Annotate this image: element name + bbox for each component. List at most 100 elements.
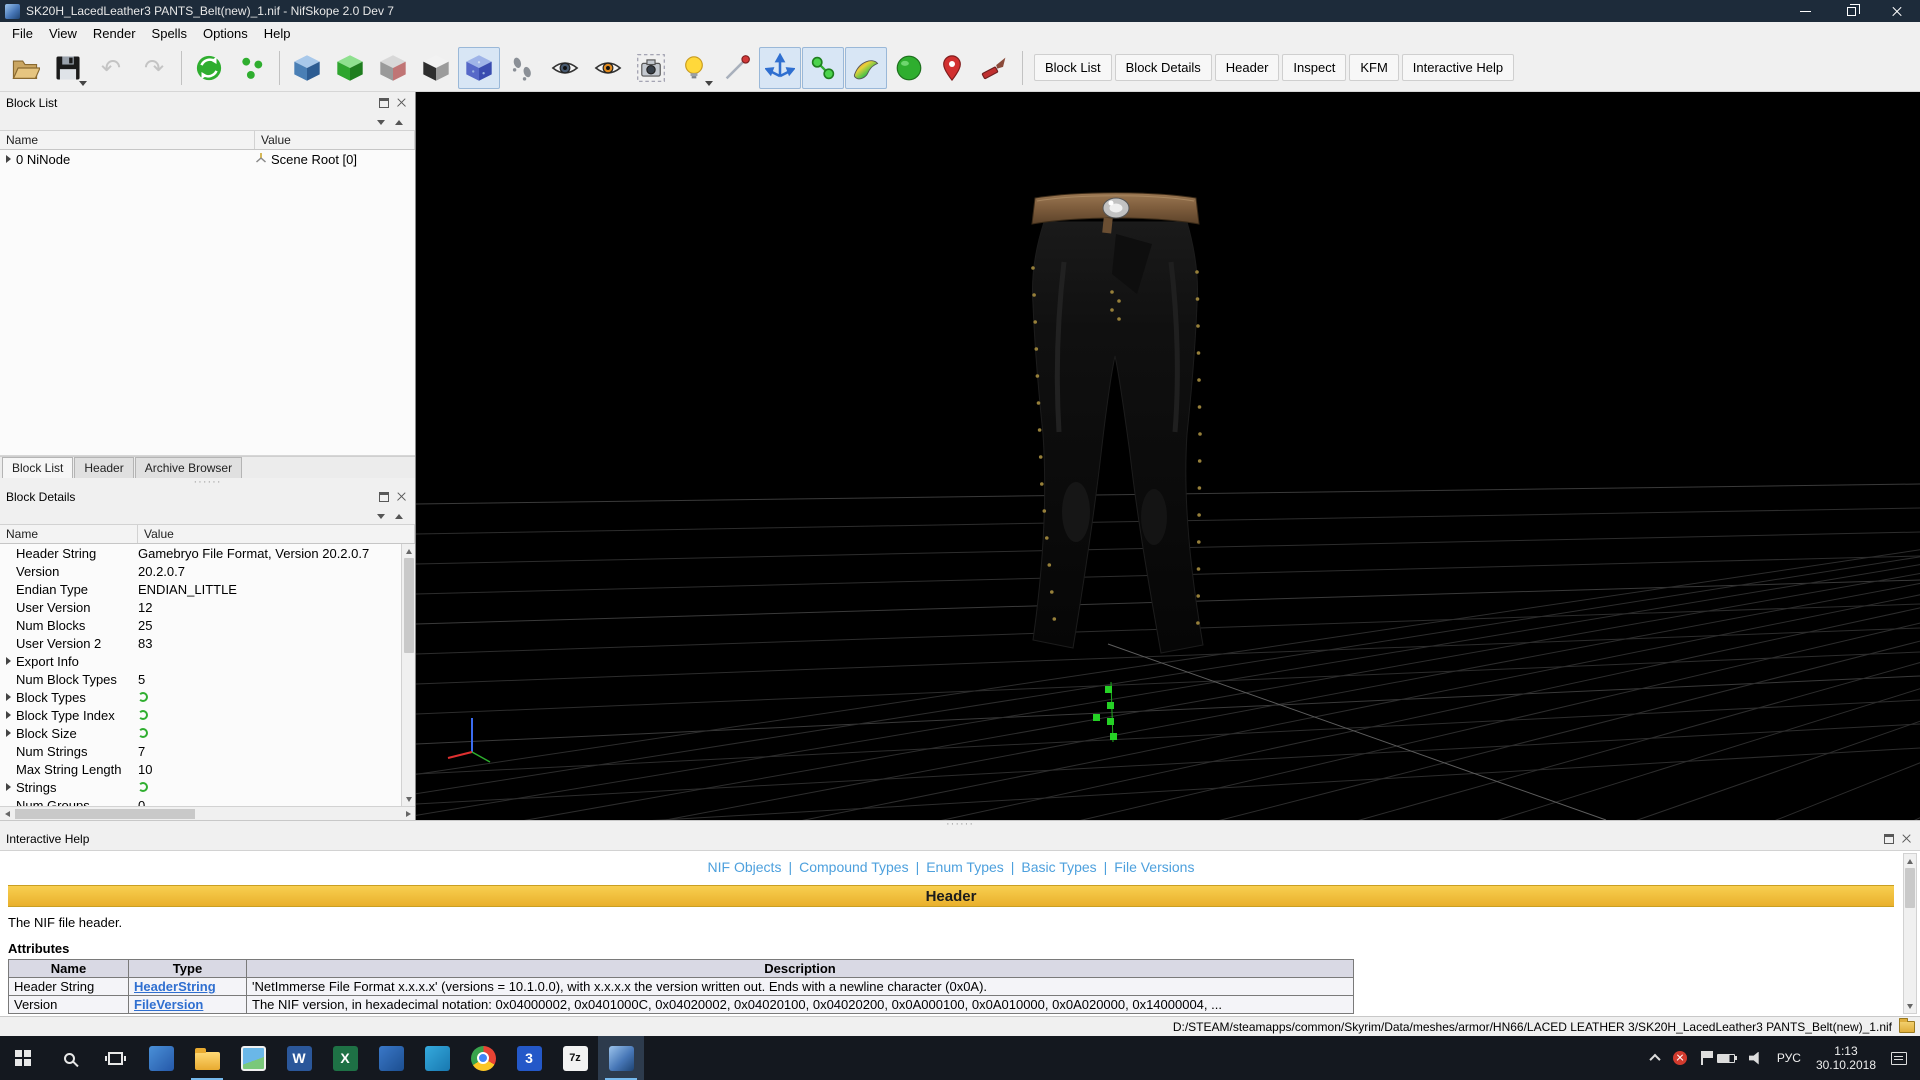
chevron-up-icon[interactable]	[395, 120, 403, 125]
scroll-up-icon[interactable]	[402, 544, 415, 558]
tree-row[interactable]: Endian TypeENDIAN_LITTLE	[0, 580, 401, 598]
show-hidden-eye-icon[interactable]	[544, 47, 586, 89]
taskbar-app-word-icon[interactable]: W	[276, 1036, 322, 1080]
close-panel-icon[interactable]	[395, 96, 409, 110]
scrollbar-thumb[interactable]	[15, 809, 195, 819]
attr-type-link[interactable]: HeaderString	[134, 979, 216, 994]
float-panel-icon[interactable]	[1882, 832, 1896, 846]
save-file-icon[interactable]	[47, 47, 89, 89]
column-header-name[interactable]: Name	[0, 525, 138, 543]
tree-row[interactable]: Num Groups0	[0, 796, 401, 806]
block-details-column-header[interactable]: NameValue	[0, 524, 415, 544]
tab-header[interactable]: Header	[74, 457, 133, 478]
dock-splitter[interactable]	[0, 478, 415, 486]
file-icon[interactable]	[1899, 1021, 1915, 1033]
lighting-bulb-icon[interactable]	[673, 47, 715, 89]
scrollbar-thumb[interactable]	[404, 558, 414, 653]
taskbar-app-app-blue-icon[interactable]	[138, 1036, 184, 1080]
menu-render[interactable]: Render	[85, 24, 144, 43]
tree-row[interactable]: Max String Length10	[0, 760, 401, 778]
horizontal-scrollbar[interactable]	[0, 806, 415, 820]
toolbar-button-block-list[interactable]: Block List	[1034, 54, 1112, 81]
scroll-down-icon[interactable]	[1904, 999, 1916, 1013]
tree-row[interactable]: Block Size	[0, 724, 401, 742]
tab-block-list[interactable]: Block List	[2, 457, 73, 478]
expand-arrow-icon[interactable]	[0, 693, 16, 701]
notification-center-button[interactable]	[1884, 1036, 1914, 1080]
open-file-icon[interactable]	[4, 47, 46, 89]
tab-archive-browser[interactable]: Archive Browser	[135, 457, 242, 478]
battery-tray-icon[interactable]	[1710, 1036, 1742, 1080]
attr-type-link[interactable]: FileVersion	[134, 997, 203, 1012]
expand-arrow-icon[interactable]	[0, 711, 16, 719]
menu-help[interactable]: Help	[256, 24, 299, 43]
help-link-basic-types[interactable]: Basic Types	[1021, 859, 1096, 875]
block-list-tree[interactable]: 0 NiNodeScene Root [0]	[0, 150, 415, 456]
tree-row[interactable]: Strings	[0, 778, 401, 796]
vertical-scrollbar[interactable]	[1903, 853, 1917, 1014]
tree-row[interactable]: User Version 283	[0, 634, 401, 652]
tree-row[interactable]: User Version12	[0, 598, 401, 616]
scroll-up-icon[interactable]	[1904, 854, 1916, 868]
dropdown-arrow-icon[interactable]	[79, 81, 87, 86]
column-header-value[interactable]: Value	[138, 525, 415, 543]
restore-button[interactable]	[1828, 0, 1874, 22]
vertex-mode-icon[interactable]	[231, 47, 273, 89]
taskbar-app-nifskope-taskbar-icon[interactable]	[598, 1036, 644, 1080]
expand-arrow-icon[interactable]	[0, 657, 16, 665]
show-axes-icon[interactable]	[759, 47, 801, 89]
tree-row[interactable]: Version20.2.0.7	[0, 562, 401, 580]
tree-row[interactable]: Block Type Index	[0, 706, 401, 724]
green-sphere-icon[interactable]	[888, 47, 930, 89]
pants-model[interactable]	[1031, 193, 1203, 653]
cube-gray-icon[interactable]	[372, 47, 414, 89]
taskbar-app-photos-icon[interactable]	[230, 1036, 276, 1080]
textured-cube-icon[interactable]	[458, 47, 500, 89]
close-panel-icon[interactable]	[395, 490, 409, 504]
highlight-eye-icon[interactable]	[587, 47, 629, 89]
cube-blue-icon[interactable]	[286, 47, 328, 89]
block-details-tree[interactable]: Header StringGamebryo File Format, Versi…	[0, 544, 401, 806]
chevron-up-icon[interactable]	[395, 514, 403, 519]
start-button[interactable]	[0, 1036, 46, 1080]
taskbar-app-chrome-icon[interactable]	[460, 1036, 506, 1080]
task-view-button[interactable]	[92, 1036, 138, 1080]
toolbar-button-header[interactable]: Header	[1215, 54, 1280, 81]
help-link-nif-objects[interactable]: NIF Objects	[708, 859, 782, 875]
security-alert-tray-icon[interactable]	[1666, 1036, 1694, 1080]
red-brush-icon[interactable]	[974, 47, 1016, 89]
help-link-file-versions[interactable]: File Versions	[1114, 859, 1194, 875]
dropdown-arrow-icon[interactable]	[705, 81, 713, 86]
hidden-icons-button[interactable]	[1644, 1036, 1666, 1080]
3d-viewport[interactable]	[416, 92, 1920, 820]
scroll-down-icon[interactable]	[402, 792, 415, 806]
column-header-name[interactable]: Name	[0, 131, 255, 149]
help-splitter[interactable]	[0, 820, 1920, 828]
toolbar-button-inspect[interactable]: Inspect	[1282, 54, 1346, 81]
menu-file[interactable]: File	[4, 24, 41, 43]
draw-textures-icon[interactable]	[845, 47, 887, 89]
tree-row[interactable]: Header StringGamebryo File Format, Versi…	[0, 544, 401, 562]
float-panel-icon[interactable]	[377, 96, 391, 110]
taskbar-app-app-blue2-icon[interactable]	[368, 1036, 414, 1080]
cube-green-icon[interactable]	[329, 47, 371, 89]
close-panel-icon[interactable]	[1900, 832, 1914, 846]
chevron-down-icon[interactable]	[377, 514, 385, 519]
menu-view[interactable]: View	[41, 24, 85, 43]
taskbar-app-excel-icon[interactable]: X	[322, 1036, 368, 1080]
show-nodes-icon[interactable]	[802, 47, 844, 89]
taskbar-app-app-3-icon[interactable]: 3	[506, 1036, 552, 1080]
tree-row[interactable]: 0 NiNodeScene Root [0]	[0, 150, 415, 168]
expand-arrow-icon[interactable]	[0, 155, 16, 163]
tree-row[interactable]: Num Strings7	[0, 742, 401, 760]
close-button[interactable]	[1874, 0, 1920, 22]
taskbar-app-sevenzip-icon[interactable]: 7z	[552, 1036, 598, 1080]
tree-row[interactable]: Export Info	[0, 652, 401, 670]
location-pin-icon[interactable]	[931, 47, 973, 89]
flag-tray-icon[interactable]	[1694, 1036, 1710, 1080]
toolbar-button-kfm[interactable]: KFM	[1349, 54, 1398, 81]
needle-icon[interactable]	[716, 47, 758, 89]
chevron-down-icon[interactable]	[377, 120, 385, 125]
screenshot-icon[interactable]	[630, 47, 672, 89]
toolbar-button-block-details[interactable]: Block Details	[1115, 54, 1212, 81]
